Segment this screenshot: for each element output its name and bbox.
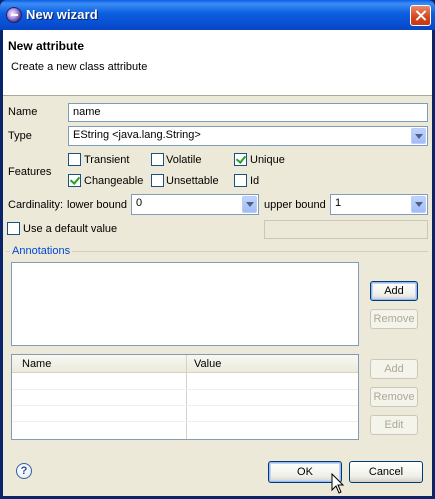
name-input[interactable]: name [68,103,428,122]
add-annotation-button[interactable]: Add [370,281,418,301]
name-label: Name [8,106,38,118]
window-title: New wizard [26,7,98,22]
volatile-label: Volatile [166,154,202,166]
changeable-label: Changeable [84,175,144,187]
column-divider[interactable] [186,355,187,439]
default-value-label: Use a default value [23,223,118,235]
id-label: Id [250,175,260,187]
remove-annotation-button[interactable]: Remove [370,309,418,329]
edit-detail-button[interactable]: Edit [370,415,418,435]
add-detail-button[interactable]: Add [370,359,418,379]
close-icon[interactable] [410,5,431,26]
volatile-checkbox[interactable] [151,153,164,166]
add-detail-label: Add [384,363,404,375]
table-row [12,405,358,406]
remove-detail-button[interactable]: Remove [370,387,418,407]
transient-checkbox[interactable] [68,153,81,166]
unsettable-checkbox[interactable] [151,174,164,187]
chevron-down-icon[interactable] [411,196,426,213]
chevron-down-icon[interactable] [242,196,257,213]
annotations-list[interactable] [11,262,359,346]
lower-bound-value: 0 [136,197,143,209]
remove-detail-label: Remove [373,391,415,403]
default-value-input[interactable] [264,220,428,239]
page-description: Create a new class attribute [11,61,148,73]
edit-detail-label: Edit [384,419,404,431]
page-title: New attribute [8,39,85,53]
type-value: EString <java.lang.String> [73,129,201,141]
unsettable-label: Unsettable [166,175,219,187]
unique-label: Unique [250,154,285,166]
type-combo[interactable]: EString <java.lang.String> [68,126,428,146]
id-checkbox[interactable] [234,174,247,187]
mouse-pointer-icon [331,473,345,494]
title-bar[interactable]: New wizard [0,0,435,30]
table-header: Name Value [12,355,358,373]
annotations-group-title: Annotations [10,245,73,257]
cancel-button[interactable]: Cancel [349,461,423,483]
help-icon[interactable]: ? [16,463,32,479]
column-header-value[interactable]: Value [194,358,221,370]
lower-bound-label: lower bound [67,199,127,211]
upper-bound-label: upper bound [264,199,326,211]
cancel-label: Cancel [368,466,404,478]
eclipse-icon [6,7,22,23]
table-row [12,421,358,422]
upper-bound-value: 1 [335,197,342,209]
header-banner: New attribute Create a new class attribu… [3,30,432,96]
add-annotation-label: Add [384,285,404,297]
default-value-checkbox[interactable] [7,222,20,235]
type-label: Type [8,130,32,142]
features-label: Features [8,166,52,178]
table-row [12,389,358,390]
column-header-name[interactable]: Name [22,358,51,370]
changeable-checkbox[interactable] [68,174,81,187]
transient-label: Transient [84,154,130,166]
cardinality-label: Cardinality: [8,199,64,211]
lower-bound-combo[interactable]: 0 [131,194,259,215]
annotation-details-table[interactable]: Name Value [11,354,359,440]
chevron-down-icon[interactable] [411,128,426,144]
remove-annotation-label: Remove [373,313,415,325]
upper-bound-combo[interactable]: 1 [330,194,428,215]
unique-checkbox[interactable] [234,153,247,166]
